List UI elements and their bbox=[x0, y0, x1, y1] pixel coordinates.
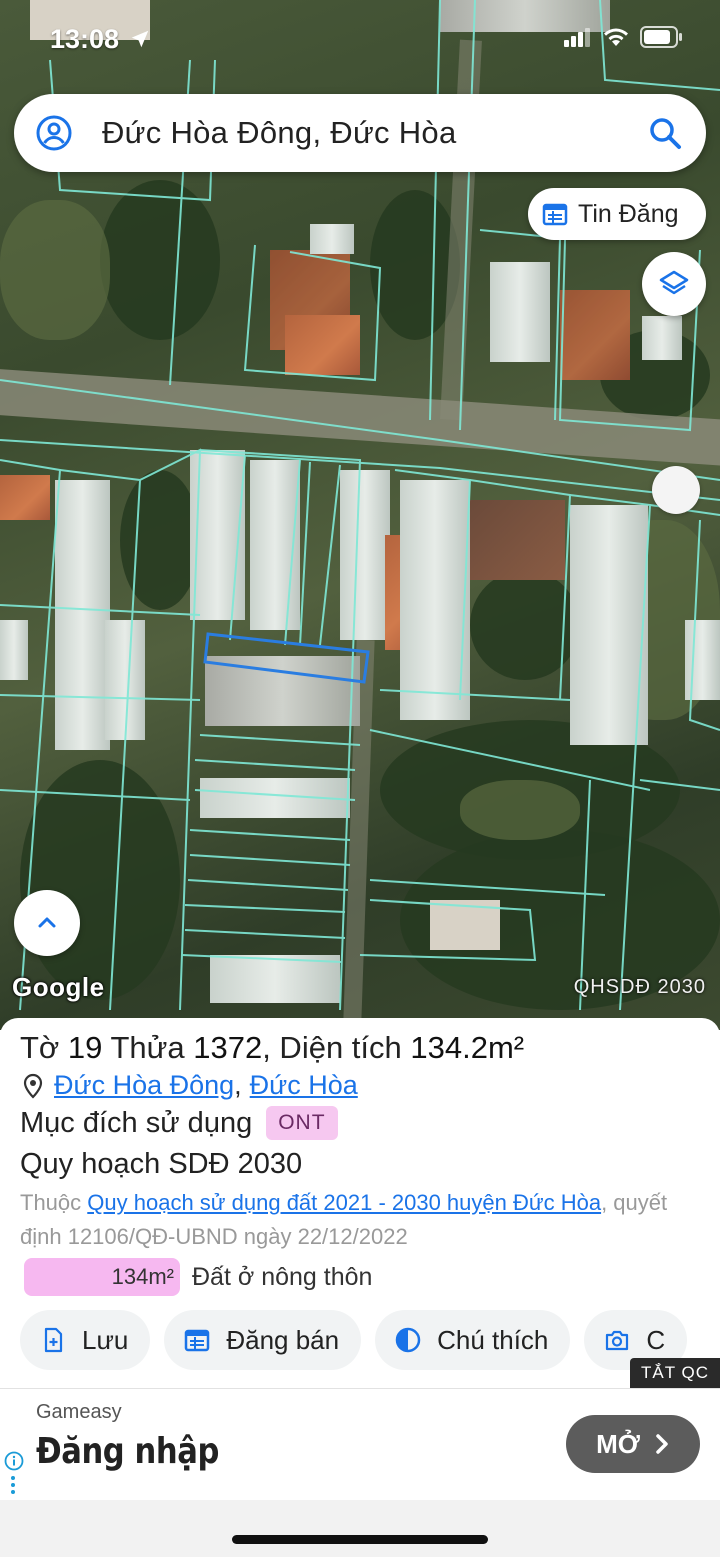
purpose-code-badge: ONT bbox=[266, 1106, 338, 1140]
ad-open-button[interactable]: MỞ bbox=[566, 1415, 700, 1473]
plan-reference-link[interactable]: Quy hoạch sử dụng đất 2021 - 2030 huyện … bbox=[87, 1190, 601, 1215]
account-icon[interactable] bbox=[36, 115, 72, 151]
chevron-up-icon bbox=[38, 917, 56, 928]
contrast-icon bbox=[395, 1327, 421, 1353]
search-icon[interactable] bbox=[648, 116, 682, 150]
commune-link[interactable]: Đức Hòa Đông bbox=[54, 1070, 234, 1101]
satellite-map[interactable]: 13:08 Đức Hòa Đông, Đức Hòa Tin Đăng Goo… bbox=[0, 0, 720, 1030]
signal-icon bbox=[564, 28, 590, 47]
bottom-safe-area bbox=[0, 1500, 720, 1557]
parcel-title: Tờ 19 Thửa 1372, Diện tích 134.2m² bbox=[20, 1030, 525, 1065]
save-doc-icon bbox=[44, 1327, 63, 1353]
parcel-info-sheet: Tờ 19 Thửa 1372, Diện tích 134.2m² Đức H… bbox=[0, 1018, 720, 1388]
layers-button[interactable] bbox=[642, 252, 706, 316]
calendar-icon bbox=[185, 1329, 210, 1352]
location-arrow-icon bbox=[131, 30, 148, 48]
google-logo: Google bbox=[12, 972, 105, 1002]
search-input[interactable]: Đức Hòa Đông, Đức Hòa bbox=[102, 115, 648, 151]
location-pin-icon bbox=[23, 1073, 43, 1099]
map-marker-dot[interactable] bbox=[652, 466, 700, 514]
ad-banner[interactable]: Gameasy Đăng nhập MỞ bbox=[0, 1388, 720, 1500]
plan-layer-label: QHSDĐ 2030 bbox=[573, 976, 706, 998]
ad-options-icon[interactable] bbox=[10, 1475, 16, 1495]
ad-brand: Gameasy bbox=[36, 1401, 122, 1423]
save-button[interactable]: Lưu bbox=[20, 1310, 151, 1370]
tin-dang-label: Tin Đăng bbox=[578, 199, 679, 228]
district-link[interactable]: Đức Hòa bbox=[250, 1070, 358, 1101]
tin-dang-button[interactable]: Tin Đăng bbox=[528, 188, 706, 240]
post-for-sale-button[interactable]: Đăng bán bbox=[164, 1310, 362, 1370]
plan-title: Quy hoạch SDĐ 2030 bbox=[20, 1148, 303, 1180]
legend-text: Đất ở nông thôn bbox=[192, 1262, 373, 1291]
ad-info-icon[interactable] bbox=[4, 1451, 24, 1471]
ad-headline: Đăng nhập bbox=[36, 1431, 219, 1472]
selected-parcel-outline bbox=[203, 632, 370, 684]
expand-up-button[interactable] bbox=[14, 890, 80, 956]
layers-icon bbox=[659, 270, 689, 295]
land-purpose-row: Mục đích sử dụng ONT bbox=[20, 1106, 338, 1140]
status-icons bbox=[564, 26, 684, 48]
battery-icon bbox=[640, 26, 682, 48]
camera-icon bbox=[606, 1330, 629, 1351]
calendar-icon bbox=[542, 203, 568, 226]
plan-reference: Thuộc Quy hoạch sử dụng đất 2021 - 2030 … bbox=[20, 1190, 668, 1249]
legend-button[interactable]: Chú thích bbox=[375, 1310, 571, 1370]
action-buttons: Lưu Đăng bán Chú thích C bbox=[20, 1310, 688, 1370]
chevron-right-icon bbox=[656, 1434, 668, 1454]
wifi-icon bbox=[604, 28, 628, 46]
land-use-legend: 134m² Đất ở nông thôn bbox=[24, 1258, 372, 1296]
close-ad-button[interactable]: TẮT QC bbox=[630, 1358, 720, 1388]
home-indicator[interactable] bbox=[232, 1535, 488, 1544]
legend-swatch: 134m² bbox=[24, 1258, 180, 1296]
status-time: 13:08 bbox=[50, 24, 151, 55]
parcel-location: Đức Hòa Đông , Đức Hòa bbox=[22, 1070, 358, 1101]
search-bar[interactable]: Đức Hòa Đông, Đức Hòa bbox=[14, 94, 706, 172]
